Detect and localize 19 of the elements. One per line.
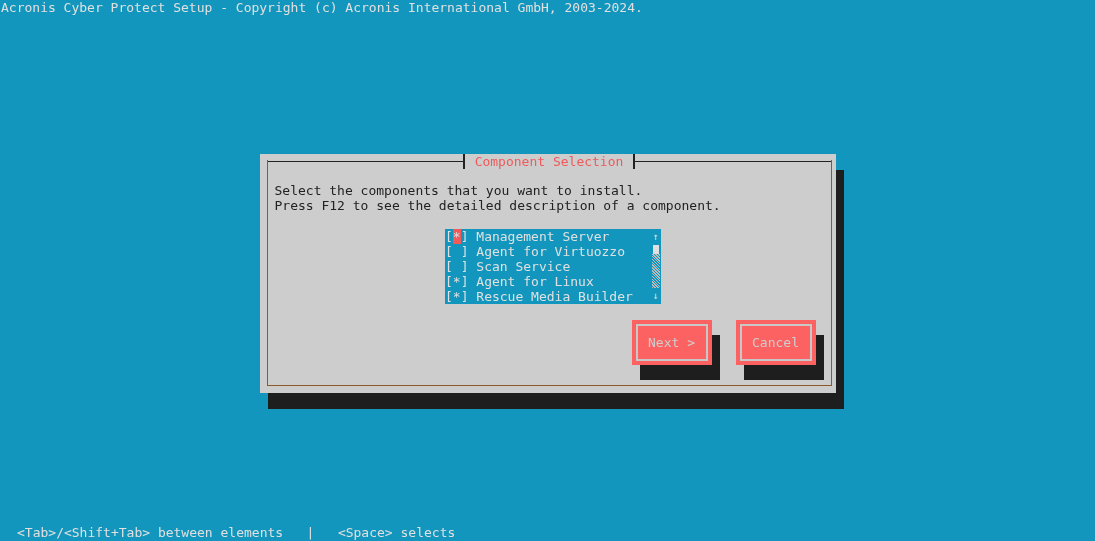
window-title: Acronis Cyber Protect Setup - Copyright (c) Acronis International GmbH, 2003-2024. (0, 0, 644, 15)
dialog-title: Component Selection (462, 153, 636, 169)
checkbox[interactable]: [ ] (445, 259, 469, 274)
scrollbar-thumb[interactable] (652, 245, 659, 254)
component-item[interactable]: [*] Management Server (445, 229, 651, 244)
component-item[interactable]: [*] Agent for Linux (445, 274, 651, 289)
scroll-up-icon[interactable]: ↑ (652, 229, 659, 244)
checkbox[interactable]: [*] (445, 274, 469, 289)
checkbox[interactable]: [ ] (445, 244, 469, 259)
prompt-text: Press F12 to see the detailed description of a component. (274, 198, 722, 213)
checkbox[interactable]: [*] (445, 289, 469, 304)
prompt-text: Select the components that you want to install. (274, 183, 644, 198)
scrollbar[interactable]: ↑ ↓ (651, 229, 660, 304)
scroll-down-icon[interactable]: ↓ (652, 288, 659, 303)
component-item[interactable]: [ ] Agent for Virtuozzo (445, 244, 651, 259)
component-item[interactable]: [*] Rescue Media Builder (445, 289, 651, 304)
component-item[interactable]: [ ] Scan Service (445, 259, 651, 274)
checkbox[interactable]: [*] (445, 229, 469, 244)
status-text: <Tab>/<Shift+Tab> between elements | <Space> selects (16, 525, 457, 541)
